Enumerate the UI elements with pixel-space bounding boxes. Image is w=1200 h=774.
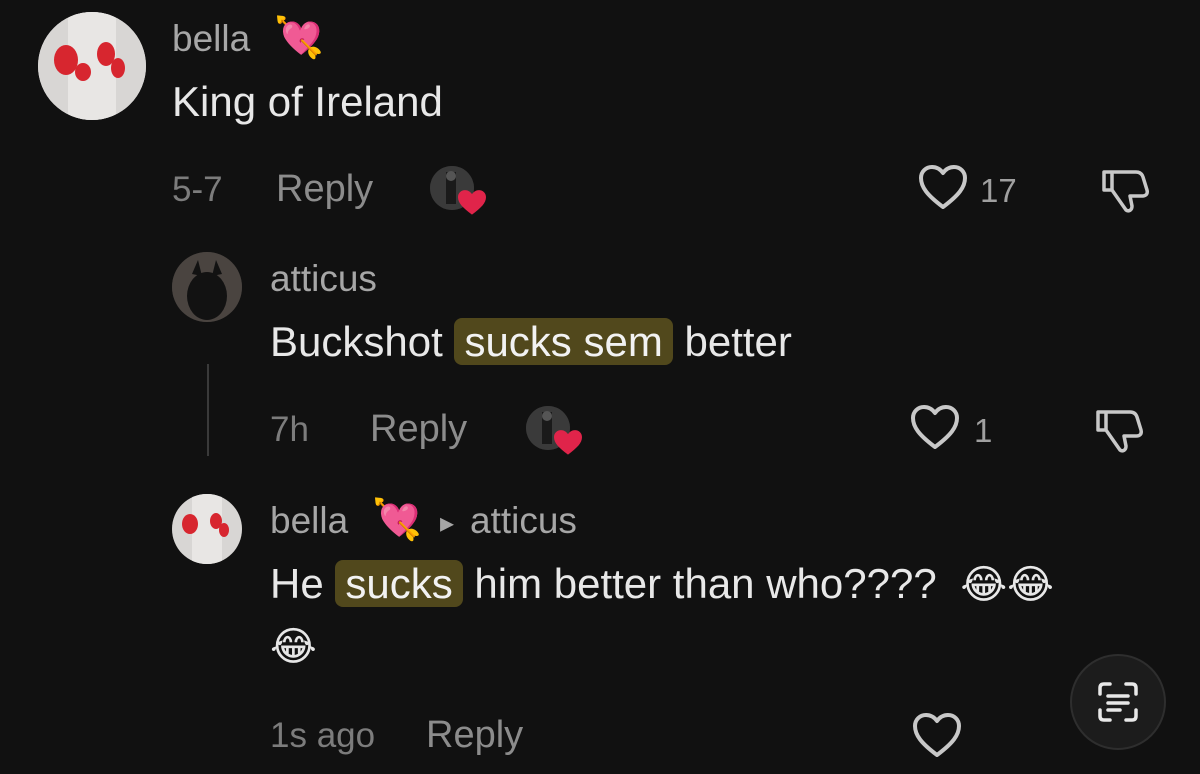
creator-liked-badge	[526, 406, 582, 455]
creator-liked-badge	[430, 166, 486, 215]
comment-timestamp: 5-7	[172, 170, 223, 209]
avatar-atticus[interactable]	[172, 252, 242, 322]
thumbs-down-icon[interactable]	[1094, 406, 1146, 454]
comment-username[interactable]: atticus	[270, 258, 377, 300]
comment-text: King of Ireland	[172, 78, 443, 125]
heart-arrow-emoji: 💘	[372, 498, 422, 542]
heart-arrow-emoji: 💘	[274, 16, 324, 60]
comment-username[interactable]: bella	[270, 500, 348, 542]
laughing-emoji: 😂😂	[960, 563, 1054, 607]
reply-to-username[interactable]: atticus	[470, 500, 577, 542]
reply-button[interactable]: Reply	[276, 168, 373, 211]
reply-button[interactable]: Reply	[426, 714, 523, 757]
comment-text: Buckshot sucks sem better	[270, 318, 792, 366]
thumbs-down-icon[interactable]	[1100, 166, 1152, 214]
heart-outline-icon[interactable]	[912, 712, 962, 758]
highlighted-text[interactable]: sucks	[335, 560, 463, 607]
avatar-bella[interactable]	[38, 12, 146, 120]
text-after: better	[672, 318, 792, 365]
laughing-emoji: 😂	[270, 625, 317, 669]
text-before: Buckshot	[270, 318, 455, 365]
thread-line	[207, 364, 209, 456]
red-heart-icon	[554, 430, 582, 455]
like-count: 1	[974, 412, 993, 449]
text-before: He	[270, 560, 336, 607]
avatar-bella[interactable]	[172, 494, 242, 564]
comment-timestamp: 1s ago	[270, 716, 376, 755]
reply-to-arrow-icon: ▸	[440, 507, 455, 538]
like-count: 17	[980, 172, 1017, 209]
text-scan-button[interactable]	[1070, 654, 1166, 750]
text-scan-icon	[1098, 682, 1138, 722]
reply-button[interactable]: Reply	[370, 408, 467, 451]
highlighted-text[interactable]: sucks sem	[454, 318, 673, 365]
heart-outline-icon[interactable]	[910, 404, 960, 450]
comment-text: He sucks him better than who???? 😂😂	[270, 560, 1054, 608]
red-heart-icon	[458, 190, 486, 215]
heart-outline-icon[interactable]	[918, 164, 968, 210]
text-after: him better than who????	[462, 560, 937, 607]
comment-username[interactable]: bella	[172, 18, 250, 60]
comment-timestamp: 7h	[270, 410, 309, 449]
